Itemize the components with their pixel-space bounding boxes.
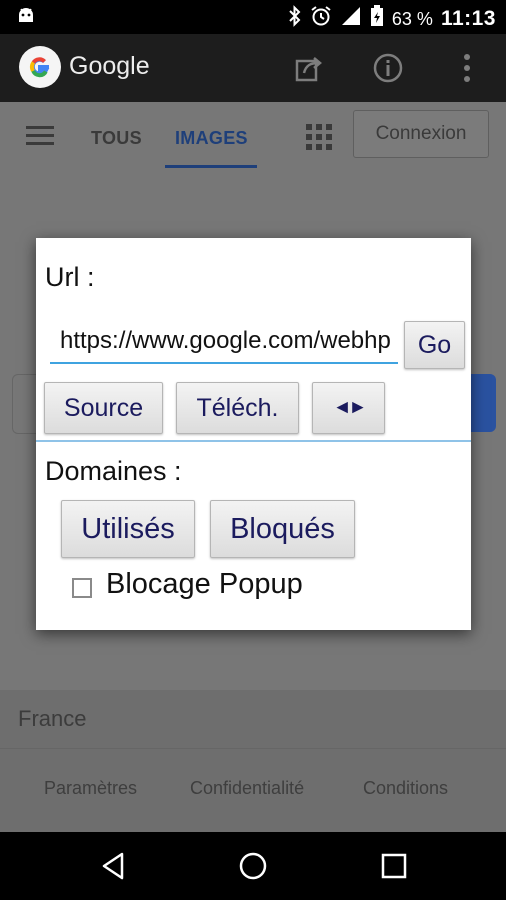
url-dialog: Url : Go Source Téléch. ◄► Domaines : Ut…	[36, 238, 471, 630]
blocage-popup-checkbox[interactable]	[72, 578, 92, 598]
clock: 11:13	[440, 7, 496, 30]
tab-tous[interactable]: TOUS	[91, 128, 142, 149]
google-logo-icon	[19, 46, 61, 88]
system-nav-bar	[0, 832, 506, 900]
recents-icon[interactable]	[378, 850, 410, 882]
alarm-icon	[310, 5, 332, 33]
url-input[interactable]	[50, 320, 398, 364]
battery-percent: 63 %	[391, 8, 433, 29]
go-button[interactable]: Go	[404, 321, 465, 369]
status-bar: 63 % 11:13	[0, 0, 506, 34]
dialog-divider	[36, 440, 471, 442]
share-icon[interactable]	[291, 50, 327, 86]
utilises-button[interactable]: Utilisés	[61, 500, 195, 558]
app-bar: Google	[0, 34, 506, 102]
overflow-menu-icon[interactable]	[449, 50, 485, 86]
app-title: Google	[69, 52, 150, 80]
page-footer: France Paramètres Confidentialité Condit…	[0, 690, 506, 832]
info-icon[interactable]	[370, 50, 406, 86]
tab-images[interactable]: IMAGES	[175, 128, 248, 149]
footer-divider	[0, 748, 506, 749]
battery-icon	[370, 5, 384, 33]
bloques-button[interactable]: Bloqués	[210, 500, 355, 558]
telech-button[interactable]: Téléch.	[176, 382, 299, 434]
home-icon[interactable]	[237, 850, 269, 882]
url-label: Url :	[45, 262, 95, 292]
apps-grid-icon[interactable]	[306, 124, 332, 150]
active-tab-indicator	[165, 165, 257, 168]
source-button[interactable]: Source	[44, 382, 163, 434]
android-icon	[16, 6, 36, 31]
connexion-button[interactable]: Connexion	[353, 110, 489, 158]
footer-link-confidentialite[interactable]: Confidentialité	[190, 778, 304, 799]
search-tabs: TOUS IMAGES Connexion	[0, 102, 506, 172]
domaines-label: Domaines :	[45, 456, 182, 486]
signal-icon	[340, 5, 362, 33]
hamburger-menu-icon[interactable]	[26, 126, 54, 150]
footer-link-parametres[interactable]: Paramètres	[44, 778, 137, 799]
bluetooth-icon	[288, 5, 302, 33]
back-icon[interactable]	[98, 850, 130, 882]
left-right-arrows-icon: ◄►	[332, 397, 368, 418]
arrows-button[interactable]: ◄►	[312, 382, 385, 434]
country-label: France	[18, 706, 87, 731]
footer-link-conditions[interactable]: Conditions	[363, 778, 448, 799]
blocage-popup-label: Blocage Popup	[106, 568, 303, 600]
